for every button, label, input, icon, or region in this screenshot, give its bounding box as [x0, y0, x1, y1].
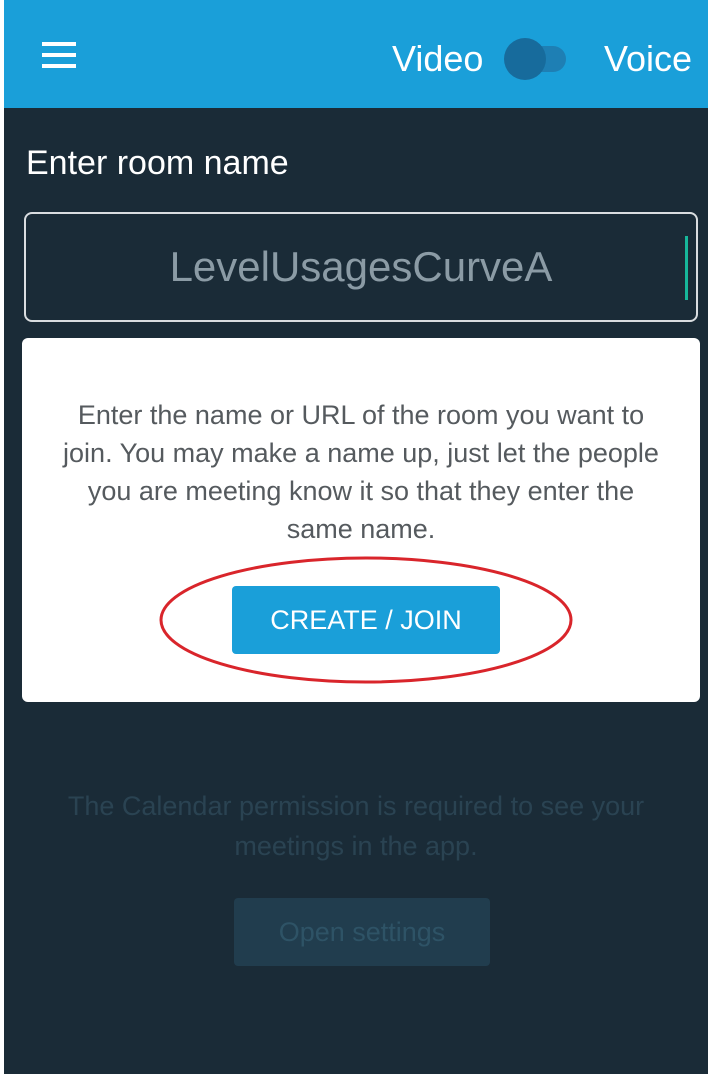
video-mode-label[interactable]: Video	[392, 38, 483, 80]
text-cursor	[685, 236, 688, 300]
open-settings-button[interactable]: Open settings	[234, 898, 490, 966]
video-voice-toggle[interactable]	[504, 38, 570, 80]
room-help-text: Enter the name or URL of the room you wa…	[63, 400, 659, 544]
room-name-label: Enter room name	[26, 144, 289, 182]
menu-button[interactable]	[34, 30, 84, 80]
create-join-button[interactable]: CREATE / JOIN	[232, 586, 500, 654]
app-screen: Video Voice Enter room name LevelUsagesC…	[4, 0, 708, 1074]
room-name-value[interactable]: LevelUsagesCurveA	[170, 243, 553, 291]
calendar-permission-note: The Calendar permission is required to s…	[67, 791, 645, 861]
hamburger-menu-icon	[42, 42, 76, 68]
top-bar: Video Voice	[4, 0, 708, 108]
voice-mode-label[interactable]: Voice	[604, 38, 692, 80]
room-name-input[interactable]: LevelUsagesCurveA	[24, 212, 698, 322]
toggle-thumb[interactable]	[504, 38, 546, 80]
join-room-card: Enter the name or URL of the room you wa…	[22, 338, 700, 702]
